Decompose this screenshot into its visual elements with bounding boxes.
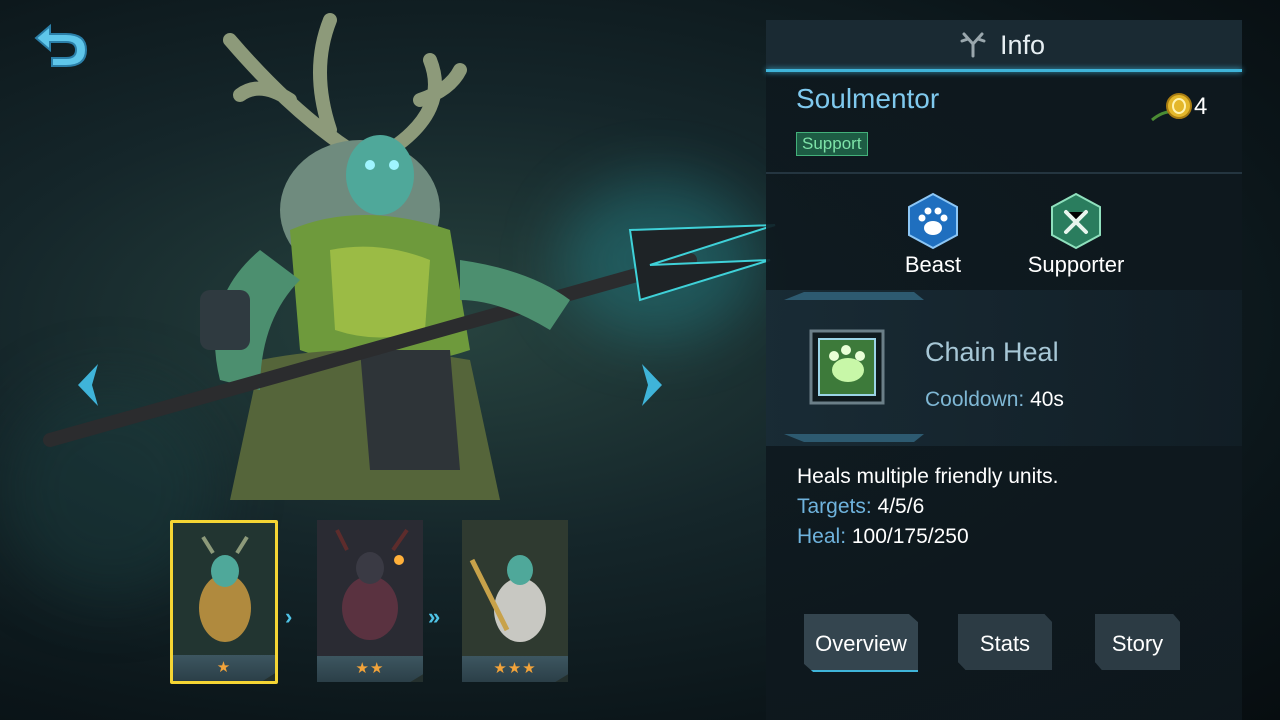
hero-cost: 4	[1194, 93, 1208, 120]
skin-thumbnail-2	[317, 520, 423, 656]
cooldown-label: Cooldown:	[925, 388, 1025, 411]
star-rating: ★★	[317, 656, 423, 682]
hero-model-soulmentor	[43, 13, 776, 500]
tab-stats[interactable]: Stats	[958, 614, 1052, 670]
panel-title: Info	[1000, 30, 1046, 60]
hammer-icon	[1051, 192, 1101, 250]
stat-value: 100/175/250	[851, 525, 969, 548]
double-chevron-right-icon: »	[428, 604, 441, 629]
skin-card-2star[interactable]: ★★	[317, 520, 423, 682]
skin-thumbnail-3	[462, 520, 568, 656]
tab-overview[interactable]: Overview	[804, 614, 918, 672]
stat-value: 4/5/6	[877, 495, 925, 518]
section-divider	[766, 172, 1242, 174]
role-badge: Support	[796, 132, 868, 156]
ability-description: Heals multiple friendly units.	[797, 465, 1059, 488]
tab-story[interactable]: Story	[1095, 614, 1180, 670]
ability-stat-heal: Heal: 100/175/250	[797, 525, 969, 549]
previous-hero-arrow-icon[interactable]	[70, 360, 104, 410]
star-rating: ★	[173, 655, 275, 681]
paw-icon	[908, 192, 958, 250]
antler-emblem-icon	[960, 32, 986, 58]
decorative-divider	[784, 434, 924, 442]
trait-label: Supporter	[1027, 252, 1125, 277]
skin-card-3star[interactable]: ★★★	[462, 520, 568, 682]
ability-stat-targets: Targets: 4/5/6	[797, 495, 924, 519]
header-divider	[766, 69, 1242, 72]
skin-thumbnail-1	[173, 523, 275, 659]
star-rating: ★★★	[462, 656, 568, 682]
panel-header: Info	[766, 20, 1242, 72]
cooldown-value: 40s	[1030, 388, 1064, 411]
ability-cooldown: Cooldown: 40s	[925, 388, 1064, 412]
stat-label: Heal:	[797, 525, 847, 548]
trait-beast[interactable]: Beast	[900, 192, 966, 278]
gold-coin-icon	[1151, 93, 1192, 122]
trait-supporter[interactable]: Supporter	[1018, 192, 1134, 278]
trait-label: Beast	[904, 252, 962, 277]
hero-name: Soulmentor	[796, 83, 940, 114]
next-hero-arrow-icon[interactable]	[636, 360, 670, 410]
decorative-divider	[784, 292, 924, 300]
chain-heal-skill-icon[interactable]	[808, 328, 886, 406]
skin-card-1star[interactable]: ★	[170, 520, 278, 684]
stat-label: Targets:	[797, 495, 872, 518]
chevron-right-icon: ›	[285, 604, 293, 629]
ability-name: Chain Heal	[925, 337, 1059, 367]
